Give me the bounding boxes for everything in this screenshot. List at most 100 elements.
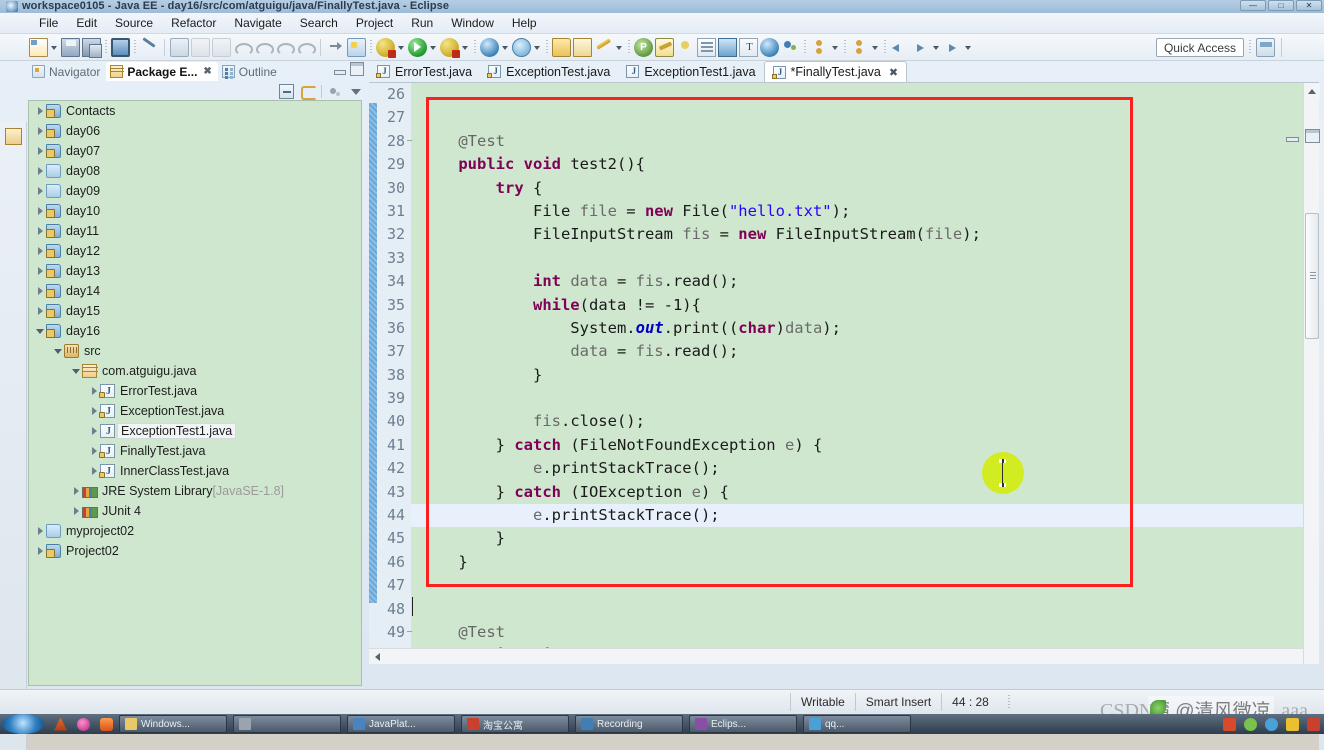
menu-project[interactable]: Project xyxy=(347,14,402,32)
tree-item-exceptiontest1-java[interactable]: ExceptionTest1.java xyxy=(29,421,361,441)
globe-icon[interactable] xyxy=(760,37,779,57)
tree-item-day11[interactable]: day11 xyxy=(29,221,361,241)
twisty-collapsed-icon[interactable] xyxy=(35,301,46,321)
toolbar-handle[interactable] xyxy=(804,39,806,55)
chevron-down-icon[interactable] xyxy=(349,84,364,99)
drop-to-frame-icon[interactable] xyxy=(296,38,316,57)
tree-item-jre-system-library[interactable]: JRE System Library [JavaSE-1.8] xyxy=(29,481,361,501)
next-icon[interactable] xyxy=(943,38,962,57)
close-icon[interactable]: ✖ xyxy=(889,66,898,79)
suspend-icon[interactable] xyxy=(191,37,210,57)
twisty-collapsed-icon[interactable] xyxy=(35,141,46,161)
close-button[interactable]: ✕ xyxy=(1296,0,1322,11)
console-icon[interactable] xyxy=(111,37,130,57)
tree-item-finallytest-java[interactable]: FinallyTest.java xyxy=(29,441,361,461)
media-icon[interactable] xyxy=(77,717,90,731)
twisty-collapsed-icon[interactable] xyxy=(35,161,46,181)
tree-item-src[interactable]: src xyxy=(29,341,361,361)
editor-tab-errortest-java[interactable]: ErrorTest.java xyxy=(369,61,480,82)
tree-item-day07[interactable]: day07 xyxy=(29,141,361,161)
package-explorer-tree[interactable]: Contacts day06 day07 day08 day09 day10 day11 da… xyxy=(28,100,362,686)
coverage-dropdown-icon[interactable] xyxy=(461,38,470,57)
forward-icon[interactable] xyxy=(911,38,930,57)
start-button[interactable] xyxy=(2,714,44,734)
tree-item-innerclasstest-java[interactable]: InnerClassTest.java xyxy=(29,461,361,481)
scroll-up-icon[interactable] xyxy=(1304,83,1320,98)
tray-icon[interactable] xyxy=(1286,717,1299,731)
code-line[interactable]: } catch (IOException e) { xyxy=(411,481,1319,504)
toolbar-handle[interactable] xyxy=(884,39,886,55)
tree-item-day16[interactable]: day16 xyxy=(29,321,361,341)
step-over-icon[interactable] xyxy=(254,38,274,57)
twisty-collapsed-icon[interactable] xyxy=(89,441,100,461)
tray-icon[interactable] xyxy=(1307,717,1320,731)
text-icon[interactable] xyxy=(739,37,759,57)
code-line[interactable]: } xyxy=(411,364,1319,387)
profile-icon[interactable] xyxy=(634,37,653,57)
person-icon[interactable] xyxy=(850,38,869,57)
minimize-button[interactable]: — xyxy=(1240,0,1266,11)
users-icon[interactable] xyxy=(810,38,829,57)
code-line[interactable] xyxy=(411,598,1319,621)
taskbar-button[interactable]: Windows... xyxy=(119,715,227,733)
back-icon[interactable] xyxy=(890,38,909,57)
toolbar-handle[interactable] xyxy=(844,39,846,55)
twisty-collapsed-icon[interactable] xyxy=(35,521,46,541)
code-editor[interactable]: 26 27 28 29 30 31 32 33 34 35 36 37 38 39 40 41 42 43 44 45… xyxy=(369,83,1319,664)
external-tools-icon[interactable] xyxy=(480,37,499,57)
twisty-collapsed-icon[interactable] xyxy=(89,421,100,441)
new-wizard-dropdown-icon[interactable] xyxy=(50,38,59,57)
menu-file[interactable]: File xyxy=(30,14,67,32)
new-java-project-icon[interactable] xyxy=(552,37,571,57)
scroll-left-icon[interactable] xyxy=(369,649,385,664)
twisty-collapsed-icon[interactable] xyxy=(35,281,46,301)
tab-package-explorer[interactable]: Package E... ✖ xyxy=(106,62,218,81)
twisty-collapsed-icon[interactable] xyxy=(89,381,100,401)
tree-item-day15[interactable]: day15 xyxy=(29,301,361,321)
toggle-breakpoint-icon[interactable] xyxy=(140,38,159,57)
code-line[interactable]: FileInputStream fis = new FileInputStrea… xyxy=(411,223,1319,246)
twisty-collapsed-icon[interactable] xyxy=(35,261,46,281)
resume-icon[interactable] xyxy=(170,37,189,57)
code-line[interactable]: @Test xyxy=(411,130,1319,153)
menu-source[interactable]: Source xyxy=(106,14,162,32)
menu-help[interactable]: Help xyxy=(503,14,546,32)
code-line[interactable] xyxy=(411,574,1319,597)
next-annotation-icon[interactable] xyxy=(347,37,366,57)
coverage-as-icon[interactable] xyxy=(440,37,460,58)
code-line[interactable]: e.printStackTrace(); xyxy=(411,457,1319,480)
editor-tab-exceptiontest1-java[interactable]: ExceptionTest1.java xyxy=(618,61,763,82)
code-line[interactable] xyxy=(411,106,1319,129)
code-line[interactable]: try { xyxy=(411,177,1319,200)
window-controls[interactable]: — □ ✕ xyxy=(1240,0,1322,11)
maximize-view-icon[interactable] xyxy=(350,62,364,76)
next-dropdown-icon[interactable] xyxy=(964,38,973,57)
code-line[interactable]: @Test xyxy=(411,621,1319,644)
code-line[interactable] xyxy=(411,247,1319,270)
link-with-editor-icon[interactable] xyxy=(300,84,317,100)
tree-item-day12[interactable]: day12 xyxy=(29,241,361,261)
twisty-collapsed-icon[interactable] xyxy=(35,101,46,121)
code-line[interactable]: int data = fis.read(); xyxy=(411,270,1319,293)
tree-item-day08[interactable]: day08 xyxy=(29,161,361,181)
code-line[interactable]: } catch (FileNotFoundException e) { xyxy=(411,434,1319,457)
minimize-editor-icon[interactable] xyxy=(1284,129,1300,143)
twisty-expanded-icon[interactable] xyxy=(35,321,46,341)
maximize-button[interactable]: □ xyxy=(1268,0,1294,11)
close-icon[interactable]: ✖ xyxy=(203,66,211,77)
search-dropdown-icon[interactable] xyxy=(533,38,542,57)
code-line[interactable]: e.printStackTrace(); xyxy=(411,504,1319,528)
new-class-dropdown-icon[interactable] xyxy=(615,38,624,57)
toolbar-handle[interactable] xyxy=(546,39,548,55)
save-all-icon[interactable] xyxy=(82,37,102,58)
tree-item-day06[interactable]: day06 xyxy=(29,121,361,141)
code-line[interactable]: System.out.print((char)data); xyxy=(411,317,1319,340)
restore-editor-icon[interactable] xyxy=(1305,129,1320,143)
tree-item-day09[interactable]: day09 xyxy=(29,181,361,201)
editor-tab--finallytest-java[interactable]: *FinallyTest.java ✖ xyxy=(763,61,908,82)
new-package-icon[interactable] xyxy=(573,37,592,57)
code-line[interactable]: } xyxy=(411,527,1319,550)
save-icon[interactable] xyxy=(61,37,80,57)
tree-item-contacts[interactable]: Contacts xyxy=(29,101,361,121)
status-handle[interactable] xyxy=(1007,694,1010,710)
